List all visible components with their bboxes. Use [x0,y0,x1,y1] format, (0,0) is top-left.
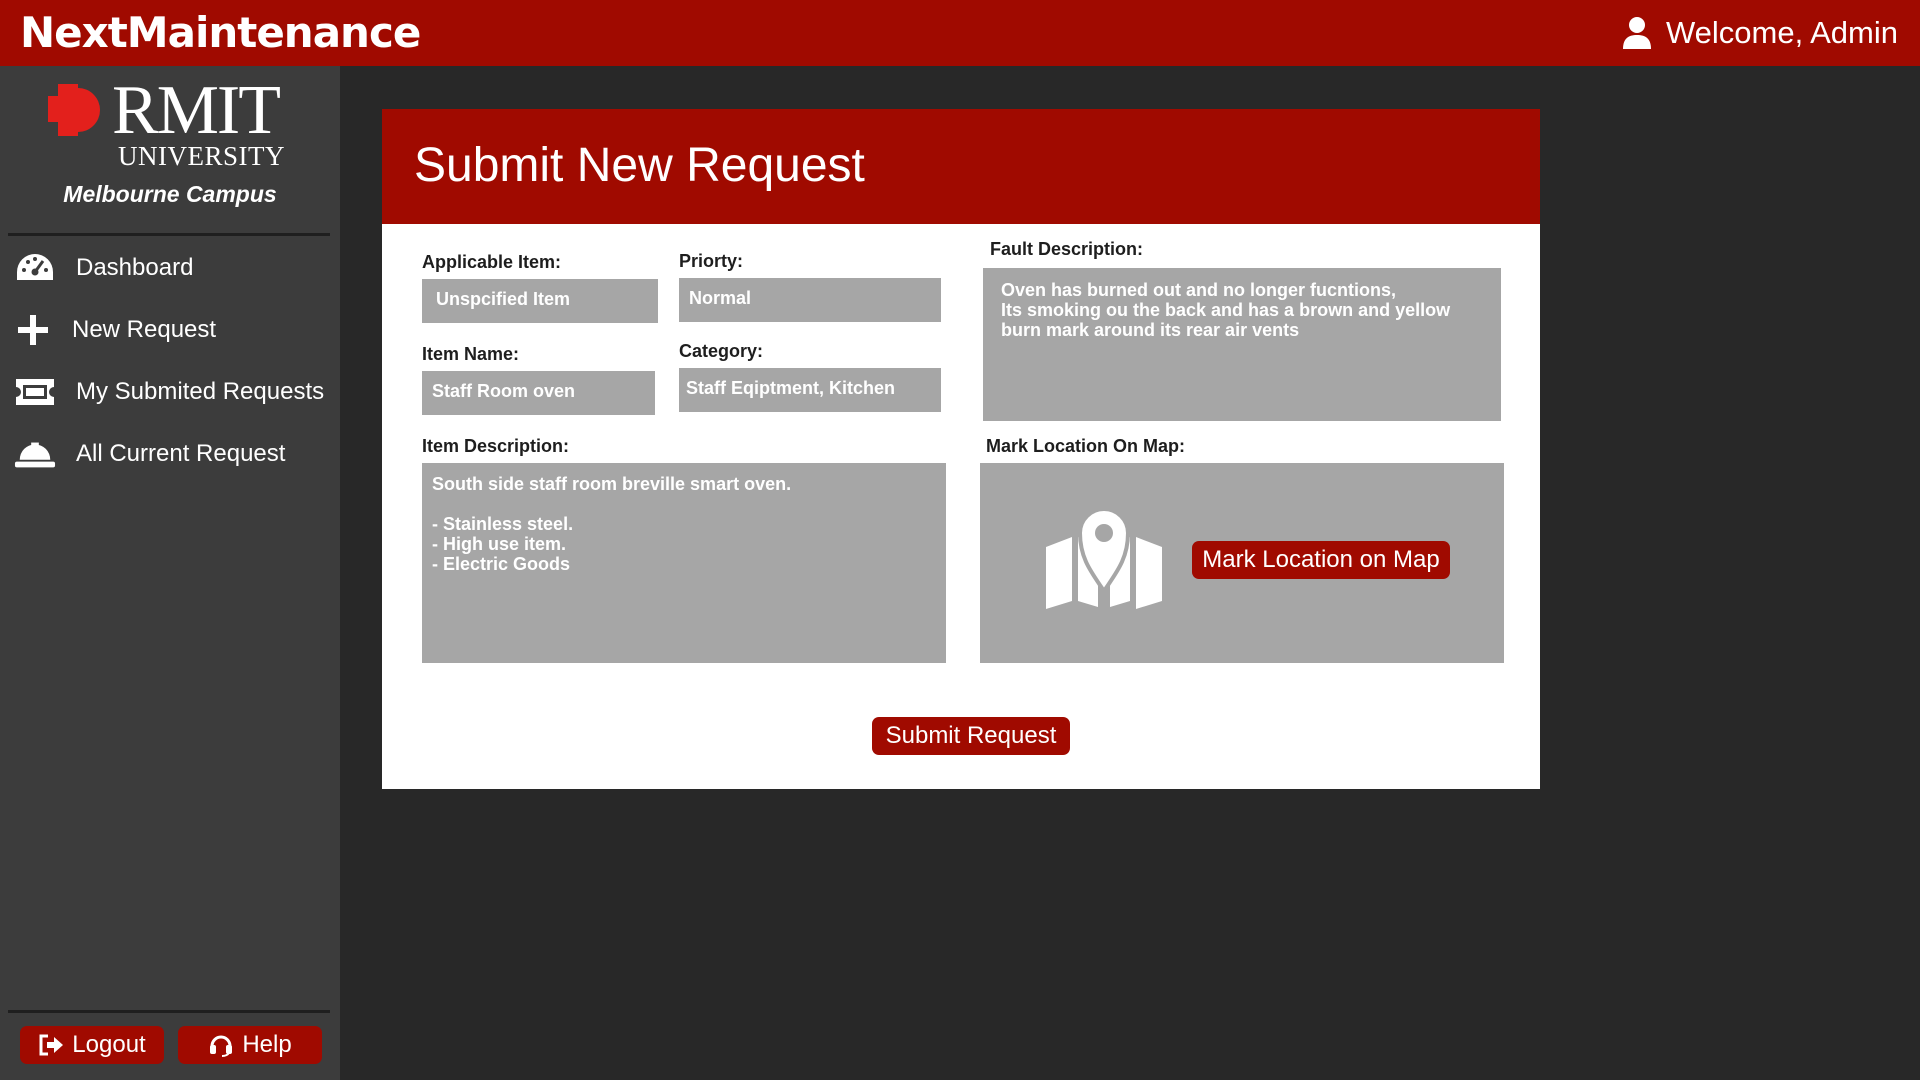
rmit-logo-mark [48,84,100,136]
campus-name: Melbourne Campus [63,181,277,207]
ticket-icon [14,374,56,410]
sidebar-item-new-request[interactable]: New Request [0,302,340,358]
fault-description-label: Fault Description: [990,239,1144,259]
sidebar-item-all-current-request[interactable]: All Current Request [0,426,340,482]
priority-label: Priorty: [679,251,744,271]
submit-request-button[interactable]: Submit Request [872,717,1070,755]
priority-select[interactable]: Normal [679,278,941,322]
logout-label: Logout [72,1031,146,1058]
logout-icon [39,1034,64,1056]
card-header: Submit New Request [382,109,1540,224]
item-description-label: Item Description: [422,436,570,456]
applicable-item-select[interactable]: Unspcified Item [422,279,658,323]
mark-location-button[interactable]: Mark Location on Map [1192,541,1450,579]
help-label: Help [242,1031,292,1058]
sidebar-item-label: New Request [72,316,217,343]
fault-description-textarea[interactable]: Oven has burned out and no longer fucnti… [983,268,1501,421]
headset-icon [210,1035,233,1057]
sidebar-item-dashboard[interactable]: Dashboard [0,240,340,296]
rmit-logo: RMIT UNIVERSITY [48,76,308,170]
sidebar-item-label: Dashboard [76,254,194,281]
sidebar-bottom-divider [8,1010,330,1013]
sidebar-item-label: My Submited Requests [76,378,325,405]
logo-rmit-text: RMIT [112,72,281,149]
category-select[interactable]: Staff Eqiptment, Kitchen [679,368,941,412]
sidebar-divider [8,233,330,236]
sidebar-item-label: All Current Request [76,440,286,467]
map-location-box[interactable]: Mark Location on Map [980,463,1504,663]
map-pin-icon [1046,507,1162,609]
sidebar: RMIT UNIVERSITY Melbourne Campus Dashboa… [0,66,340,1080]
user-icon [1622,17,1651,49]
page-title: Submit New Request [414,139,865,192]
hard-hat-icon [14,436,56,472]
plus-icon [12,312,54,348]
top-bar: NextMaintenance Welcome, Admin [0,0,1920,66]
applicable-item-label: Applicable Item: [422,252,562,272]
help-button[interactable]: Help [178,1026,322,1064]
item-name-label: Item Name: [422,344,520,364]
item-name-field[interactable]: Staff Room oven [422,371,655,415]
dashboard-gauge-icon [14,250,56,286]
welcome-text: Welcome, Admin [1665,15,1898,50]
map-location-label: Mark Location On Map: [986,436,1186,456]
category-label: Category: [679,341,764,361]
item-description-textarea[interactable]: South side staff room breville smart ove… [422,463,946,663]
app-title: NextMaintenance [20,8,421,57]
logout-button[interactable]: Logout [20,1026,164,1064]
sidebar-item-my-submitted-requests[interactable]: My Submited Requests [0,364,340,420]
user-welcome[interactable]: Welcome, Admin [1622,14,1898,52]
submit-request-card: Submit New Request Applicable Item: Unsp… [382,109,1540,789]
logo-university-text: UNIVERSITY [118,141,285,171]
